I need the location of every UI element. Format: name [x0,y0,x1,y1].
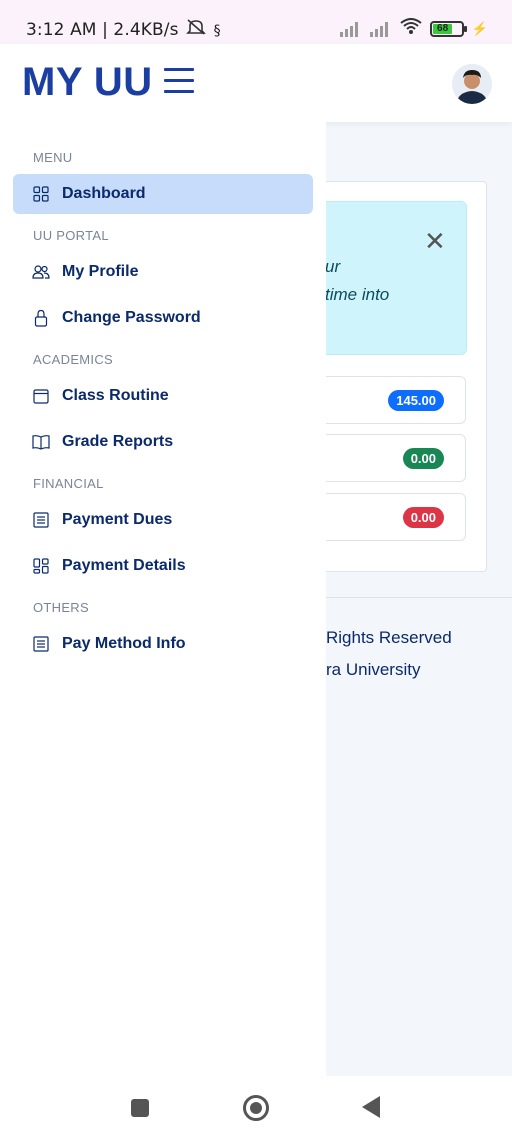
hamburger-menu-icon[interactable] [164,68,194,98]
status-bar: 3:12 AM | 2.4KB/s § 68 ⚡ [0,0,512,44]
signal-icon [339,21,362,37]
system-nav-bar [0,1076,512,1138]
app-logo[interactable]: MY UU [22,60,153,105]
section-financial: FINANCIAL [33,476,104,491]
section-others: OTHERS [33,600,89,615]
book-icon [31,432,51,452]
amount-badge: 0.00 [402,448,444,469]
avatar[interactable] [452,64,492,104]
sidebar-item-class-routine[interactable]: Class Routine [13,376,313,416]
sidebar-item-payment-details[interactable]: Payment Details [13,546,313,586]
amount-badge: 0.00 [402,507,444,528]
users-icon [31,262,51,282]
alert-text: ur time into [325,257,390,304]
back-icon[interactable] [362,1096,380,1118]
sidebar-item-dashboard[interactable]: Dashboard [13,174,313,214]
side-drawer: MENU Dashboard UU PORTAL My Profile Chan… [0,122,326,1076]
section-portal: UU PORTAL [33,228,109,243]
footer-rights: Rights Reserved [326,628,452,647]
charging-icon: ⚡ [471,20,488,36]
amount-badge: 145.00 [388,390,444,411]
sidebar-item-pay-method-info[interactable]: Pay Method Info [13,624,313,664]
data-saver-icon: § [213,23,221,39]
battery-icon: 68 [429,20,467,37]
calendar-icon [31,386,51,406]
receipt-icon [31,510,51,530]
app-header: MY UU [0,44,512,122]
section-menu: MENU [33,150,73,165]
recent-apps-icon[interactable] [131,1099,149,1117]
sidebar-item-payment-dues[interactable]: Payment Dues [13,500,313,540]
close-icon[interactable]: ✕ [424,226,446,257]
footer-divider [326,597,512,598]
home-icon[interactable] [243,1095,269,1121]
grid-icon [31,184,51,204]
receipt-icon [31,634,51,654]
section-academics: ACADEMICS [33,352,113,367]
sidebar-item-change-password[interactable]: Change Password [13,298,313,338]
sidebar-item-grade-reports[interactable]: Grade Reports [13,422,313,462]
layout-icon [31,556,51,576]
status-time-speed: 3:12 AM | 2.4KB/s § [26,19,221,40]
wifi-icon [400,18,422,39]
signal-icon-2 [369,21,392,37]
mute-icon [186,19,206,40]
lock-icon [31,308,51,328]
footer-university: ra University [326,660,421,679]
sidebar-item-profile[interactable]: My Profile [13,252,313,292]
